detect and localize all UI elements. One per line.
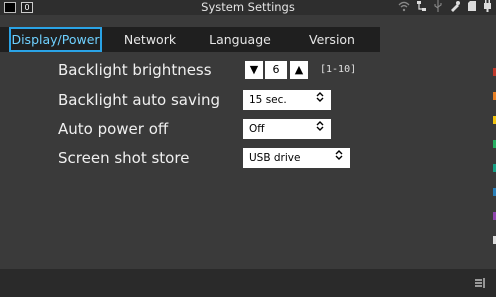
pen-icon: [449, 0, 461, 15]
decrease-button[interactable]: ▼: [245, 61, 263, 79]
backlight-auto-saving-value: 15 sec.: [249, 94, 287, 106]
backlight-auto-saving-select[interactable]: 15 sec.: [243, 90, 331, 110]
status-icons: [398, 0, 492, 15]
wifi-icon: [398, 1, 410, 15]
tab-version[interactable]: Version: [290, 27, 374, 52]
brightness-value: 6: [265, 61, 287, 79]
menu-icon[interactable]: [474, 277, 486, 289]
system-settings-screen: 0 System Settings Display/Power Network …: [0, 0, 496, 297]
screen-shot-store-select[interactable]: USB drive: [243, 148, 350, 168]
network-icon: [416, 0, 427, 15]
chevron-updown-icon: [334, 148, 344, 168]
sd-card-icon: [467, 0, 477, 15]
bottom-bar: [0, 269, 496, 297]
tab-display-power[interactable]: Display/Power: [9, 27, 102, 52]
backlight-brightness-label: Backlight brightness: [58, 61, 212, 79]
auto-power-off-select[interactable]: Off: [243, 119, 331, 139]
title-bar: 0 System Settings: [0, 0, 496, 15]
increase-button[interactable]: ▲: [290, 61, 308, 79]
usb-icon: [433, 0, 443, 15]
screen-shot-store-label: Screen shot store: [58, 149, 190, 167]
settings-tabs: Display/Power Network Language Version: [0, 27, 496, 52]
auto-power-off-label: Auto power off: [58, 120, 169, 138]
battery-icon: [483, 0, 492, 15]
screen-shot-store-value: USB drive: [249, 152, 301, 164]
chevron-updown-icon: [315, 90, 325, 110]
auto-power-off-value: Off: [249, 123, 265, 135]
chevron-updown-icon: [315, 119, 325, 139]
tab-network[interactable]: Network: [108, 27, 192, 52]
backlight-auto-saving-label: Backlight auto saving: [58, 91, 221, 109]
tab-language[interactable]: Language: [200, 27, 280, 52]
brightness-range: [1-10]: [320, 64, 357, 75]
